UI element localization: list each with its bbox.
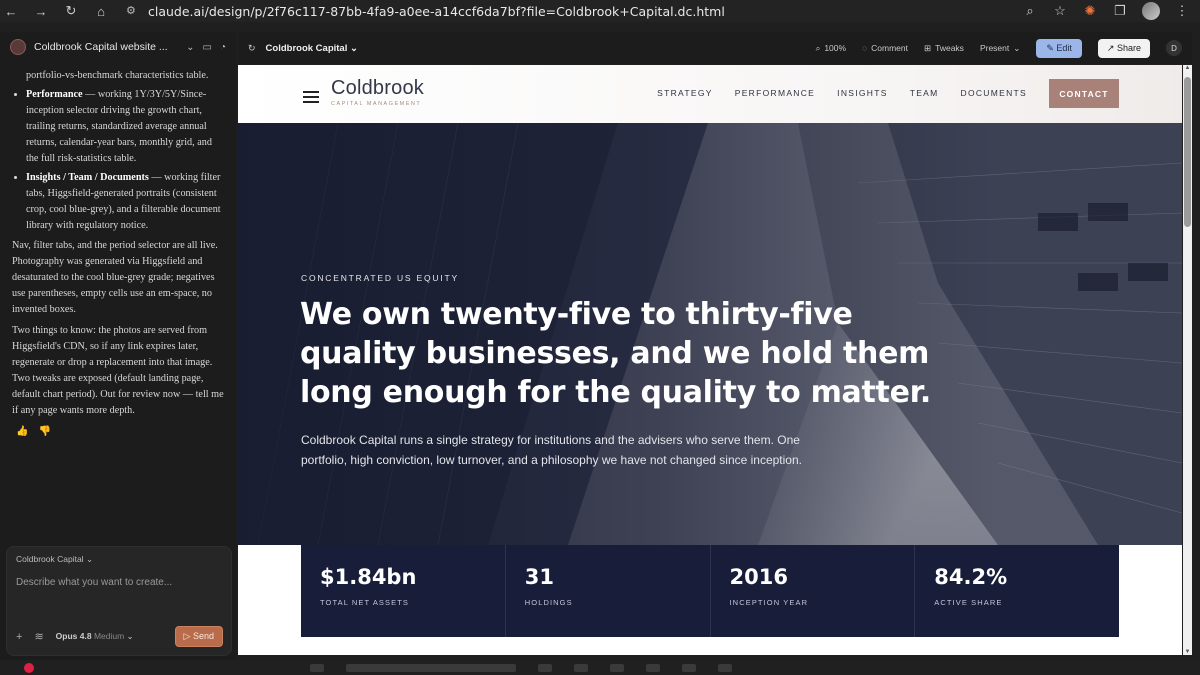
stat-value: $1.84bn — [320, 565, 417, 589]
brand-name: Coldbrook — [331, 77, 424, 99]
extensions-puzzle-icon[interactable]: ❐ — [1112, 3, 1128, 19]
tweaks-button[interactable]: ⊞ Tweaks — [924, 43, 964, 54]
taskbar-app-icon[interactable] — [646, 663, 660, 672]
extension-icon[interactable]: ✺ — [1082, 3, 1098, 19]
comment-icon: ◌ — [862, 43, 868, 53]
present-button[interactable]: Present ⌄ — [980, 43, 1020, 54]
hamburger-menu-icon[interactable] — [303, 91, 319, 103]
reload-icon[interactable]: ↻ — [60, 0, 82, 22]
design-canvas: Coldbrook CAPITAL MANAGEMENT STRATEGY PE… — [238, 65, 1182, 655]
zoom-icon: ⌕ — [815, 42, 821, 53]
edit-button[interactable]: ✎ Edit — [1036, 38, 1082, 58]
composer: Coldbrook Capital ⌄ Describe what you wa… — [6, 546, 232, 656]
url-text: claude.ai/design/p/2f76c117-87bb-4fa9-a0… — [148, 3, 725, 19]
taskbar-app-icon[interactable] — [574, 663, 588, 672]
taskbar-app-icon[interactable] — [538, 663, 552, 672]
os-taskbar — [0, 660, 1200, 675]
stat-label: ACTIVE SHARE — [934, 598, 1003, 607]
stats-band: $1.84bn TOTAL NET ASSETS 31 HOLDINGS 201… — [301, 545, 1119, 637]
stat-label: TOTAL NET ASSETS — [320, 598, 410, 607]
voice-icon[interactable]: ≋ — [34, 630, 43, 643]
star-icon[interactable]: ☆ — [1052, 3, 1068, 19]
stat-label: INCEPTION YEAR — [729, 598, 809, 607]
stat-value: 31 — [524, 565, 554, 589]
message-text: portfolio-vs-benchmark characteristics t… — [26, 70, 209, 81]
site-settings-icon[interactable]: ⚙ — [126, 4, 140, 18]
address-bar[interactable]: ⚙ claude.ai/design/p/2f76c117-87bb-4fa9-… — [126, 1, 725, 21]
notification-icon[interactable]: ◔ — [220, 42, 226, 53]
chat-header: Coldbrook Capital website ... ⌄ ▭ ◔ — [0, 32, 236, 62]
stat-holdings: 31 HOLDINGS — [506, 545, 711, 637]
composer-project-selector[interactable]: Coldbrook Capital ⌄ — [16, 554, 93, 565]
tweaks-icon: ⊞ — [923, 42, 932, 53]
stat-total-net-assets: $1.84bn TOTAL NET ASSETS — [301, 545, 506, 637]
thumbs-down-icon[interactable]: 👎 — [38, 424, 50, 440]
site-logo[interactable]: Coldbrook CAPITAL MANAGEMENT — [331, 77, 424, 107]
design-toolbar: ↻ Coldbrook Capital ⌄ ⌕ 100% ◌ Comment ⊞ Tw… — [238, 32, 1192, 64]
scroll-up-icon[interactable]: ▲ — [1184, 65, 1191, 71]
hero-section: CONCENTRATED US EQUITY We own twenty-fiv… — [238, 123, 1182, 545]
nav-documents[interactable]: DOCUMENTS — [961, 88, 1027, 98]
taskbar-app-icon[interactable] — [310, 663, 324, 672]
message-paragraph: Nav, filter tabs, and the period selecto… — [12, 240, 218, 315]
sidebar-toggle-icon[interactable]: ▭ — [203, 42, 212, 53]
nav-insights[interactable]: INSIGHTS — [837, 88, 888, 98]
stat-value: 2016 — [729, 565, 788, 589]
weather-widget[interactable] — [24, 662, 34, 673]
canvas-scrollbar[interactable]: ▲ ▼ — [1183, 65, 1192, 655]
back-icon[interactable]: ← — [0, 0, 22, 22]
nav-strategy[interactable]: STRATEGY — [657, 88, 713, 98]
stat-inception-year: 2016 INCEPTION YEAR — [711, 545, 916, 637]
taskbar-app-icon[interactable] — [610, 663, 624, 672]
site-header: Coldbrook CAPITAL MANAGEMENT STRATEGY PE… — [238, 65, 1182, 123]
share-button[interactable]: ↗ Share — [1097, 38, 1150, 58]
comment-button[interactable]: ◌ Comment — [862, 43, 908, 53]
model-selector[interactable]: Opus 4.8 Medium ⌄ — [56, 631, 134, 642]
chat-panel: Coldbrook Capital website ... ⌄ ▭ ◔ port… — [0, 32, 236, 660]
site-nav-menu: STRATEGY PERFORMANCE INSIGHTS TEAM DOCUM… — [657, 88, 1027, 98]
brand-subtitle: CAPITAL MANAGEMENT — [331, 101, 422, 107]
taskbar-apps — [310, 663, 732, 672]
zoom-control[interactable]: ⌕ 100% — [816, 43, 847, 54]
home-icon[interactable]: ⌂ — [90, 0, 112, 22]
stat-active-share: 84.2% ACTIVE SHARE — [915, 545, 1119, 637]
bullet-performance: Performance — working 1Y/3Y/5Y/Since-inc… — [26, 87, 224, 167]
taskbar-app-icon[interactable] — [682, 663, 696, 672]
taskbar-app-icon[interactable] — [346, 663, 516, 672]
project-title[interactable]: Coldbrook Capital website ... — [34, 41, 178, 53]
message-paragraph: Two things to know: the photos are serve… — [12, 325, 224, 416]
send-button[interactable]: ▷ Send — [174, 626, 223, 647]
reload-preview-icon[interactable]: ↻ — [248, 43, 256, 54]
add-icon[interactable]: + — [16, 631, 22, 643]
bullet-insights: Insights / Team / Documents — working fi… — [26, 170, 224, 234]
contact-button[interactable]: CONTACT — [1049, 79, 1119, 108]
hero-headline: We own twenty-five to thirty-five qualit… — [300, 297, 931, 410]
nav-team[interactable]: TEAM — [910, 88, 939, 98]
chevron-down-icon[interactable]: ⌄ — [186, 42, 194, 53]
browser-toolbar: ← → ↻ ⌂ ⚙ claude.ai/design/p/2f76c117-87… — [0, 0, 1200, 22]
search-icon[interactable]: ⌕ — [1022, 3, 1038, 19]
more-menu-icon[interactable]: ⋮ — [1174, 3, 1190, 19]
profile-avatar[interactable] — [1142, 2, 1160, 20]
scrollbar-thumb[interactable] — [1184, 77, 1191, 227]
stat-value: 84.2% — [934, 565, 1008, 589]
file-selector[interactable]: Coldbrook Capital ⌄ — [266, 43, 358, 54]
taskbar-app-icon[interactable] — [718, 663, 732, 672]
project-logo-icon — [10, 39, 26, 55]
thumbs-up-icon[interactable]: 👍 — [16, 424, 28, 440]
forward-icon[interactable]: → — [30, 0, 52, 22]
hero-lede: Coldbrook Capital runs a single strategy… — [301, 433, 802, 467]
scroll-down-icon[interactable]: ▼ — [1184, 649, 1191, 655]
stat-label: HOLDINGS — [524, 598, 573, 607]
hero-eyebrow: CONCENTRATED US EQUITY — [301, 273, 459, 283]
nav-performance[interactable]: PERFORMANCE — [735, 88, 815, 98]
chat-message: portfolio-vs-benchmark characteristics t… — [0, 62, 236, 440]
user-avatar[interactable]: D — [1166, 40, 1182, 56]
prompt-input[interactable]: Describe what you want to create... — [16, 577, 172, 588]
